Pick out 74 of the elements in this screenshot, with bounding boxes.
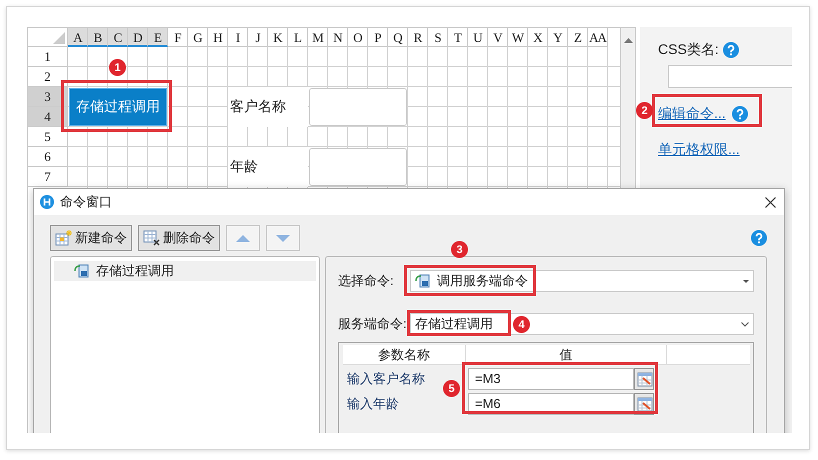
dropdown-icon bbox=[743, 280, 749, 282]
css-class-label: CSS类名: bbox=[658, 41, 719, 59]
cell-picker-icon bbox=[636, 371, 652, 387]
help-icon[interactable] bbox=[732, 106, 748, 122]
column-header[interactable]: Q bbox=[388, 28, 408, 47]
column-header[interactable]: I bbox=[228, 28, 248, 47]
column-header[interactable]: A bbox=[68, 28, 88, 47]
column-header[interactable]: D bbox=[128, 28, 148, 47]
row-header[interactable]: 4 bbox=[28, 107, 68, 127]
field-label: 选择命令: bbox=[338, 272, 395, 290]
table-add-icon bbox=[55, 230, 73, 246]
column-header[interactable]: W bbox=[508, 28, 528, 47]
input-field[interactable] bbox=[309, 148, 407, 186]
chevron-down-icon bbox=[741, 322, 749, 326]
link[interactable]: 编辑命令... bbox=[658, 105, 726, 123]
column-header[interactable]: M bbox=[308, 28, 328, 47]
new-command-button[interactable]: 新建命令 bbox=[50, 225, 132, 251]
field-label: 客户名称 bbox=[228, 87, 308, 127]
cell-picker-button[interactable] bbox=[634, 368, 654, 390]
column-header[interactable]: O bbox=[348, 28, 368, 47]
down-triangle-icon bbox=[276, 234, 290, 242]
delete-command-button[interactable]: 删除命令 bbox=[138, 225, 220, 251]
cell-picker-icon bbox=[636, 396, 652, 412]
column-header[interactable]: Z bbox=[568, 28, 588, 47]
close-icon[interactable] bbox=[765, 196, 776, 208]
column-header[interactable]: F bbox=[168, 28, 188, 47]
column-header[interactable]: AA bbox=[588, 28, 608, 47]
scroll-up-icon[interactable] bbox=[624, 38, 632, 43]
column-header: 值 bbox=[466, 345, 667, 364]
css-class-field[interactable] bbox=[668, 65, 792, 88]
command-icon bbox=[74, 263, 90, 279]
row-header[interactable]: 7 bbox=[28, 167, 68, 187]
row-header[interactable]: 1 bbox=[28, 47, 68, 67]
move-down-button[interactable] bbox=[266, 225, 300, 251]
column-header[interactable]: N bbox=[328, 28, 348, 47]
parameter-name: 输入年龄 bbox=[346, 395, 400, 413]
dialog-title: 命令窗口 bbox=[60, 193, 113, 211]
input-field[interactable] bbox=[309, 88, 407, 126]
column-header[interactable]: K bbox=[268, 28, 288, 47]
command-dropdown[interactable]: 调用服务端命令 bbox=[410, 270, 754, 292]
field-label: 服务端命令: bbox=[338, 315, 408, 333]
column-header[interactable]: S bbox=[428, 28, 448, 47]
column-header: 参数名称 bbox=[343, 345, 466, 364]
command-icon bbox=[415, 273, 431, 289]
column-header[interactable]: U bbox=[468, 28, 488, 47]
field-label: 年龄 bbox=[228, 147, 308, 187]
row-header[interactable]: 6 bbox=[28, 147, 68, 167]
column-header[interactable]: X bbox=[528, 28, 548, 47]
row-header[interactable]: 5 bbox=[28, 127, 68, 147]
column-header[interactable]: T bbox=[448, 28, 468, 47]
column-header[interactable]: Y bbox=[548, 28, 568, 47]
column-header[interactable]: B bbox=[88, 28, 108, 47]
parameter-name: 输入客户名称 bbox=[346, 370, 426, 388]
cell-button[interactable]: 存储过程调用 bbox=[69, 88, 167, 126]
column-header[interactable]: E bbox=[148, 28, 168, 47]
column-header[interactable]: L bbox=[288, 28, 308, 47]
column-header[interactable]: G bbox=[188, 28, 208, 47]
value-field[interactable]: =M3 bbox=[468, 368, 634, 390]
help-icon[interactable] bbox=[722, 42, 739, 58]
command-item[interactable]: 存储过程调用 bbox=[54, 261, 316, 281]
help-icon[interactable] bbox=[751, 230, 767, 246]
app-icon bbox=[40, 195, 54, 209]
command-name: 存储过程调用 bbox=[96, 262, 174, 280]
move-up-button[interactable] bbox=[226, 225, 260, 251]
column-header[interactable]: P bbox=[368, 28, 388, 47]
column-header[interactable]: V bbox=[488, 28, 508, 47]
row-header[interactable]: 3 bbox=[28, 87, 68, 107]
column-header[interactable]: J bbox=[248, 28, 268, 47]
up-triangle-icon bbox=[236, 234, 250, 242]
column-header[interactable]: R bbox=[408, 28, 428, 47]
link[interactable]: 单元格权限... bbox=[658, 141, 740, 159]
column-header[interactable]: H bbox=[208, 28, 228, 47]
table-delete-icon bbox=[143, 230, 161, 246]
column-header[interactable]: C bbox=[108, 28, 128, 47]
